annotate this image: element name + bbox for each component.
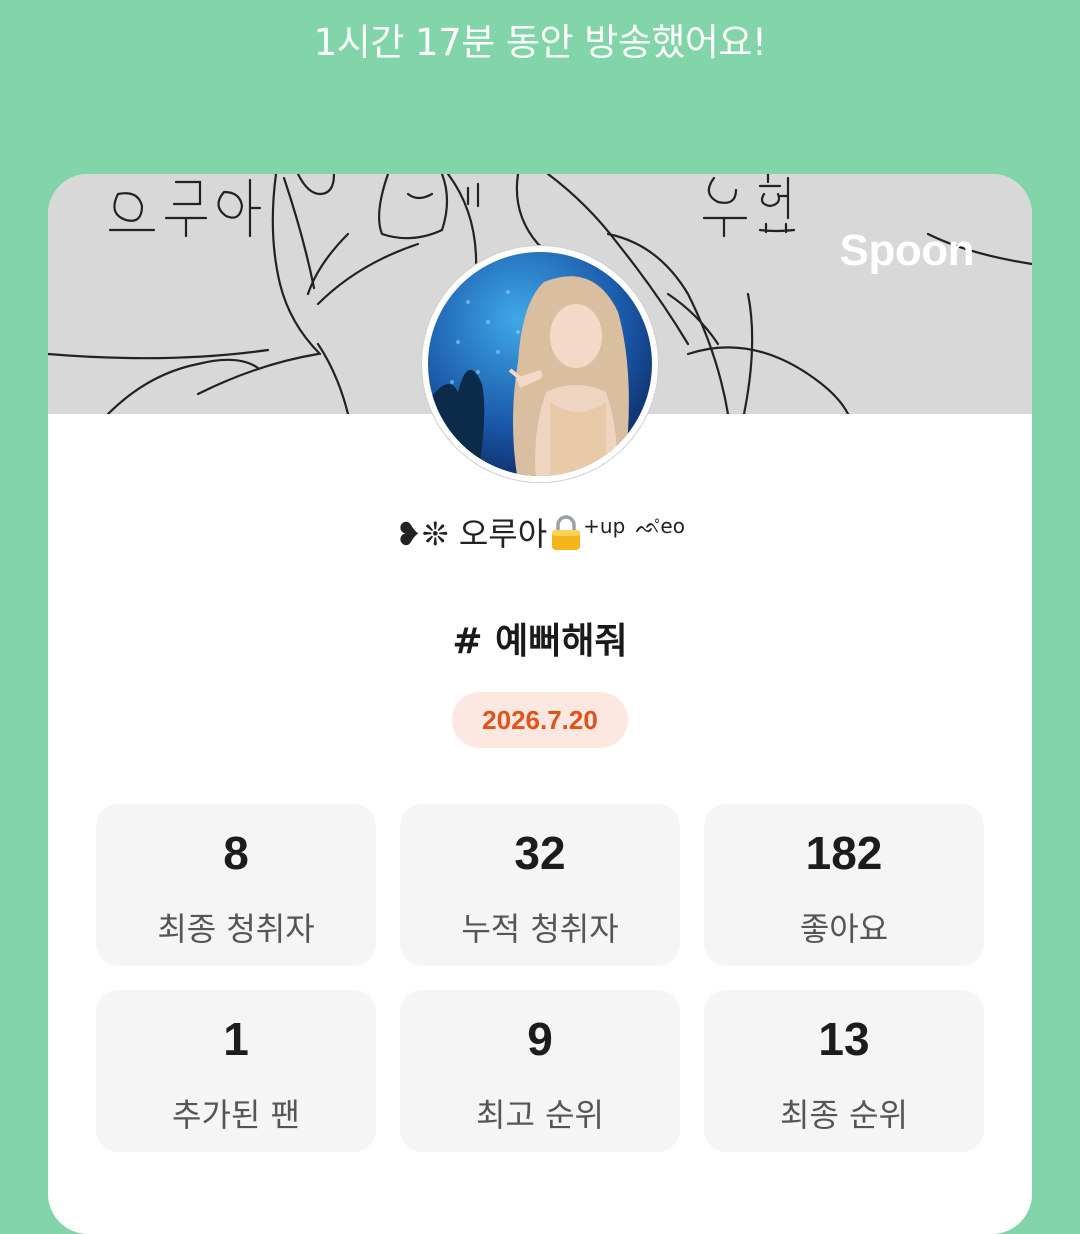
avatar-image	[428, 252, 652, 476]
nickname-decoration: ❥❊	[395, 515, 449, 553]
stat-label: 최고 순위	[476, 1096, 604, 1134]
stat-value: 1	[223, 1013, 249, 1065]
stat-label: 누적 청취자	[461, 910, 619, 948]
stat-value: 8	[223, 827, 249, 879]
stat-final-rank: 13 최종 순위	[704, 990, 984, 1152]
stat-value: 182	[805, 827, 883, 879]
broadcast-date-badge: 2026.7.20	[452, 692, 628, 748]
stat-likes: 182 좋아요	[704, 804, 984, 966]
stat-highest-rank: 9 최고 순위	[400, 990, 680, 1152]
stat-label: 최종 청취자	[157, 910, 315, 948]
broadcast-summary-card: Spoon ❥❊ 오루아 +up ᨒ̊eo # 예뻐해줘 2026.7.20 8…	[48, 174, 1032, 1234]
stat-new-fans: 1 추가된 팬	[96, 990, 376, 1152]
spoon-logo: Spoon	[839, 226, 975, 275]
streamer-nickname: ❥❊ 오루아 +up ᨒ̊eo	[48, 504, 1032, 556]
stat-value: 32	[514, 827, 566, 879]
stat-value: 13	[818, 1013, 870, 1065]
lock-icon	[549, 515, 583, 551]
stat-label: 추가된 팬	[172, 1096, 300, 1134]
broadcast-title: # 예뻐해줘	[452, 621, 628, 662]
stat-value: 9	[527, 1013, 553, 1065]
stat-label: 좋아요	[799, 910, 889, 948]
broadcast-duration-headline: 1시간 17분 동안 방송했어요!	[313, 21, 767, 64]
nickname-suffix: +up	[583, 514, 626, 538]
stat-total-listeners: 32 누적 청취자	[400, 804, 680, 966]
nickname-tail: ᨒ̊eo	[635, 514, 685, 538]
stat-label: 최종 순위	[780, 1096, 908, 1134]
nickname-text: 오루아	[458, 515, 548, 553]
avatar[interactable]	[422, 246, 658, 482]
stat-final-listeners: 8 최종 청취자	[96, 804, 376, 966]
